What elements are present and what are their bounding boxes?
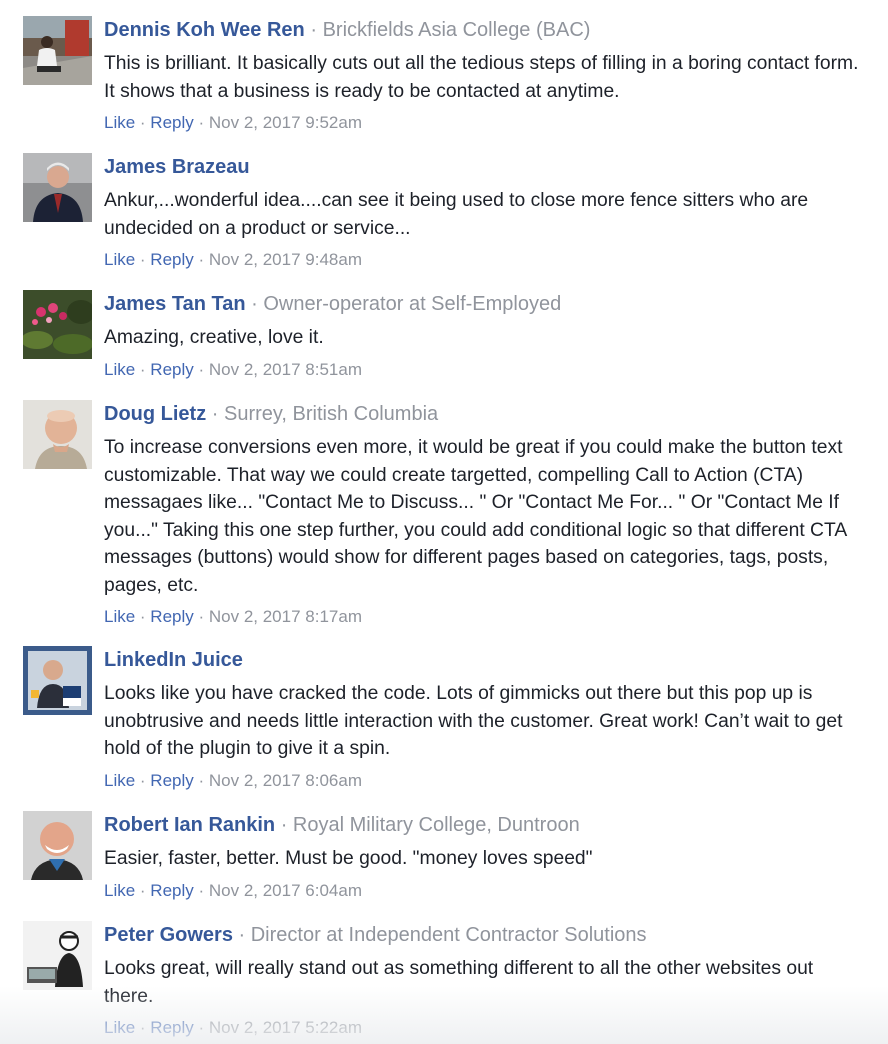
comment-header: James Brazeau (104, 153, 864, 181)
comment-header: Peter Gowers · Director at Independent C… (104, 921, 864, 949)
comment-content: James Brazeau Ankur,...wonderful idea...… (104, 153, 864, 271)
separator: · (193, 607, 209, 626)
separator: · (232, 924, 251, 946)
like-link[interactable]: Like (104, 1018, 135, 1037)
comment-header: Doug Lietz · Surrey, British Columbia (104, 400, 864, 428)
comment-text: Amazing, creative, love it. (104, 327, 324, 348)
author-name[interactable]: Doug Lietz (104, 403, 206, 425)
reply-link[interactable]: Reply (150, 113, 193, 132)
comment-text: Easier, faster, better. Must be good. "m… (104, 848, 593, 869)
author-name[interactable]: James Brazeau (104, 156, 250, 178)
comment-content: Peter Gowers · Director at Independent C… (104, 921, 864, 1039)
timestamp[interactable]: Nov 2, 2017 9:48am (209, 250, 362, 269)
comment-header: Robert Ian Rankin · Royal Military Colle… (104, 811, 864, 839)
timestamp[interactable]: Nov 2, 2017 8:51am (209, 360, 362, 379)
comment-actions: Like · Reply · Nov 2, 2017 5:22am (104, 1017, 864, 1039)
like-link[interactable]: Like (104, 250, 135, 269)
like-link[interactable]: Like (104, 607, 135, 626)
separator: · (135, 250, 151, 269)
separator: · (206, 403, 224, 425)
comment-text: To increase conversions even more, it wo… (104, 437, 847, 596)
comment-content: LinkedIn Juice Looks like you have crack… (104, 646, 864, 792)
comment-content: Doug Lietz · Surrey, British Columbia To… (104, 400, 864, 628)
like-link[interactable]: Like (104, 360, 135, 379)
timestamp[interactable]: Nov 2, 2017 8:17am (209, 607, 362, 626)
comment-actions: Like · Reply · Nov 2, 2017 9:52am (104, 112, 864, 134)
separator: · (193, 770, 209, 790)
separator: · (135, 880, 151, 900)
comment-actions: Like · Reply · Nov 2, 2017 8:51am (104, 359, 864, 381)
separator: · (193, 359, 209, 379)
author-name[interactable]: James Tan Tan (104, 293, 246, 315)
author-affiliation: Brickfields Asia College (BAC) (322, 19, 591, 41)
timestamp[interactable]: Nov 2, 2017 9:52am (209, 113, 362, 132)
comment-header: LinkedIn Juice (104, 646, 864, 674)
avatar[interactable] (23, 153, 92, 222)
separator: · (193, 250, 209, 269)
author-affiliation: Royal Military College, Duntroon (292, 814, 580, 836)
reply-link[interactable]: Reply (150, 1018, 193, 1037)
timestamp[interactable]: Nov 2, 2017 8:06am (209, 771, 362, 790)
comment-text: Looks great, will really stand out as so… (104, 958, 814, 1007)
reply-link[interactable]: Reply (150, 881, 193, 900)
like-link[interactable]: Like (104, 771, 135, 790)
separator: · (135, 359, 151, 379)
comment-content: James Tan Tan · Owner-operator at Self-E… (104, 290, 864, 381)
timestamp[interactable]: Nov 2, 2017 5:22am (209, 1018, 362, 1037)
separator: · (135, 113, 151, 132)
separator: · (193, 1018, 209, 1037)
separator: · (135, 770, 151, 790)
comment-text: This is brilliant. It basically cuts out… (104, 53, 859, 102)
avatar[interactable] (23, 400, 92, 469)
comment-actions: Like · Reply · Nov 2, 2017 8:17am (104, 606, 864, 628)
author-name[interactable]: Peter Gowers (104, 924, 233, 946)
comment-text: Ankur,...wonderful idea....can see it be… (104, 190, 809, 239)
author-affiliation: Surrey, British Columbia (224, 403, 439, 425)
reply-link[interactable]: Reply (150, 250, 193, 269)
separator: · (193, 113, 209, 132)
separator: · (275, 814, 293, 836)
comment-header: James Tan Tan · Owner-operator at Self-E… (104, 290, 864, 318)
avatar[interactable] (23, 811, 92, 880)
author-name[interactable]: Dennis Koh Wee Ren (104, 19, 305, 41)
reply-link[interactable]: Reply (150, 771, 193, 790)
like-link[interactable]: Like (104, 881, 135, 900)
author-name[interactable]: LinkedIn Juice (104, 649, 243, 671)
avatar[interactable] (23, 646, 92, 715)
reply-link[interactable]: Reply (150, 607, 193, 626)
like-link[interactable]: Like (104, 113, 135, 132)
comment-actions: Like · Reply · Nov 2, 2017 6:04am (104, 880, 864, 902)
separator: · (245, 293, 264, 315)
author-affiliation: Director at Independent Contractor Solut… (250, 924, 647, 946)
reply-link[interactable]: Reply (150, 360, 193, 379)
comment-content: Robert Ian Rankin · Royal Military Colle… (104, 811, 864, 902)
comment-content: Dennis Koh Wee Ren · Brickfields Asia Co… (104, 16, 864, 134)
avatar[interactable] (23, 921, 92, 990)
separator: · (135, 607, 151, 626)
separator: · (304, 19, 323, 41)
avatar[interactable] (23, 290, 92, 359)
avatar[interactable] (23, 16, 92, 85)
separator: · (193, 880, 209, 900)
author-name[interactable]: Robert Ian Rankin (104, 814, 275, 836)
author-affiliation: Owner-operator at Self-Employed (263, 293, 562, 315)
comment-header: Dennis Koh Wee Ren · Brickfields Asia Co… (104, 16, 864, 44)
comment-actions: Like · Reply · Nov 2, 2017 9:48am (104, 249, 864, 271)
separator: · (135, 1018, 151, 1037)
comment-actions: Like · Reply · Nov 2, 2017 8:06am (104, 770, 864, 792)
comment-text: Looks like you have cracked the code. Lo… (104, 683, 843, 759)
timestamp[interactable]: Nov 2, 2017 6:04am (209, 881, 362, 900)
